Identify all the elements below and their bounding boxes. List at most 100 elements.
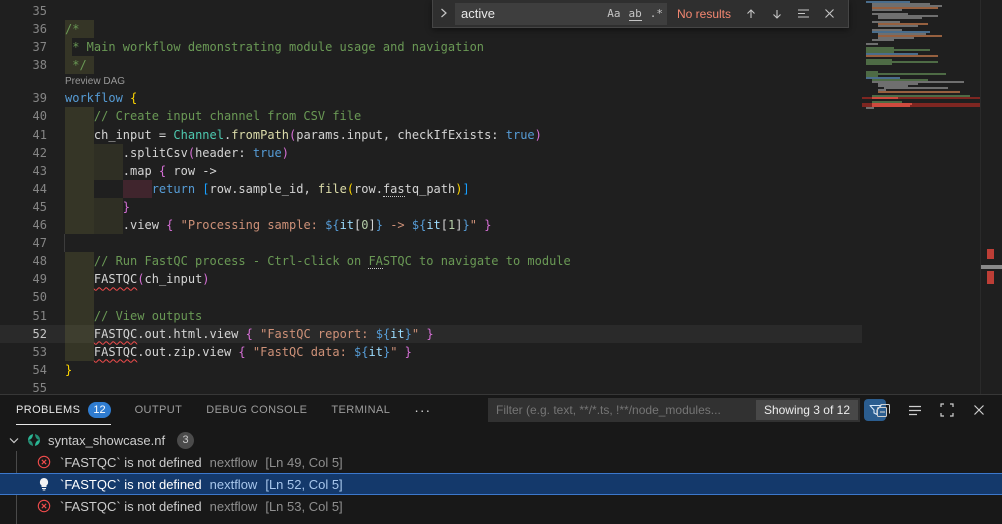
minimap-line — [866, 107, 874, 109]
minimap-error-text — [872, 97, 898, 99]
collapse-all-icon[interactable] — [872, 399, 894, 421]
filter-box: Showing 3 of 12 — [488, 398, 860, 422]
maximize-panel-icon[interactable] — [936, 399, 958, 421]
code-line-51[interactable]: 51 // View outputs — [0, 307, 862, 325]
minimap-line — [878, 17, 922, 19]
find-next-icon[interactable] — [771, 8, 783, 20]
code-line-49[interactable]: 49 FASTQC(ch_input) — [0, 270, 862, 288]
overview-ruler[interactable] — [980, 0, 1002, 394]
error-icon — [36, 455, 52, 469]
line-content: // Run FastQC process - Ctrl-click on FA… — [65, 252, 571, 270]
code-line-53[interactable]: 53 FASTQC.out.zip.view { "FastQC data: $… — [0, 343, 862, 361]
problem-row-2[interactable]: `FASTQC` is not definednextflow[Ln 52, C… — [0, 473, 1002, 495]
find-in-selection-icon[interactable] — [797, 8, 810, 19]
line-number: 55 — [0, 379, 47, 394]
line-number: 47 — [0, 234, 47, 252]
minimap[interactable] — [862, 0, 980, 394]
line-content: */ — [65, 56, 87, 74]
find-input[interactable] — [455, 6, 603, 21]
minimap-line — [866, 43, 878, 45]
code-line-40[interactable]: 40 // Create input channel from CSV file — [0, 107, 862, 125]
code-line-45[interactable]: 45 } — [0, 198, 862, 216]
code-line-46[interactable]: 46 .view { "Processing sample: ${it[0]} … — [0, 216, 862, 234]
line-number: 38 — [0, 56, 47, 74]
line-number: 50 — [0, 288, 47, 306]
ruler-error-mark — [987, 271, 994, 284]
error-icon — [36, 499, 52, 513]
line-number: 48 — [0, 252, 47, 270]
minimap-line — [872, 39, 894, 41]
problems-filter-area: Showing 3 of 12 — [488, 398, 886, 422]
view-as-table-icon[interactable] — [904, 399, 926, 421]
panel-tab-terminal[interactable]: TERMINAL — [331, 396, 390, 425]
whole-word-icon[interactable]: ab — [629, 7, 642, 20]
ruler-error-mark — [987, 249, 994, 259]
problem-message: `FASTQC` is not defined — [60, 499, 202, 514]
problem-location: [Ln 52, Col 5] — [265, 477, 342, 492]
minimap-error-text — [872, 105, 910, 107]
code-line-55[interactable]: 55 — [0, 379, 862, 394]
code-line-54[interactable]: 54} — [0, 361, 862, 379]
code-line-47[interactable]: 47 — [0, 234, 862, 252]
code-line-52[interactable]: 52 FASTQC.out.html.view { "FastQC report… — [0, 325, 862, 343]
code-line-50[interactable]: 50 — [0, 288, 862, 306]
line-content: // View outputs — [65, 307, 202, 325]
code-line-42[interactable]: 42 .splitCsv(header: true) — [0, 144, 862, 162]
line-content: // Create input channel from CSV file — [65, 107, 361, 125]
panel-tab-output[interactable]: OUTPUT — [135, 396, 183, 425]
code-line-38[interactable]: 38 */ — [0, 56, 862, 74]
code-line-44[interactable]: 44 return [row.sample_id, file(row.fastq… — [0, 180, 862, 198]
indent-guide — [64, 234, 65, 252]
file-problem-count: 3 — [177, 432, 194, 449]
panel-tab-debug-console[interactable]: DEBUG CONSOLE — [206, 396, 307, 425]
problem-row-3[interactable]: `FASTQC` is not definednextflow[Ln 53, C… — [0, 495, 1002, 517]
line-number: 43 — [0, 162, 47, 180]
editor-pane[interactable]: 3536/*37 * Main workflow demonstrating m… — [0, 0, 1002, 394]
line-number: 49 — [0, 270, 47, 288]
line-number: 53 — [0, 343, 47, 361]
line-number: 36 — [0, 20, 47, 38]
problem-message: `FASTQC` is not defined — [60, 455, 202, 470]
line-number: 41 — [0, 126, 47, 144]
line-number: 37 — [0, 38, 47, 56]
line-content: /* — [65, 20, 79, 38]
codelens-preview-dag[interactable]: Preview DAG — [0, 74, 862, 89]
close-find-icon[interactable] — [824, 8, 835, 19]
line-number: 44 — [0, 180, 47, 198]
minimap-line — [866, 55, 938, 57]
line-content: ch_input = Channel.fromPath(params.input… — [65, 126, 542, 144]
code-line-39[interactable]: 39workflow { — [0, 89, 862, 107]
problem-location: [Ln 49, Col 5] — [265, 455, 342, 470]
indent-tint — [65, 288, 94, 306]
chevron-down-icon[interactable] — [6, 437, 22, 444]
line-content: } — [65, 198, 130, 216]
code-line-37[interactable]: 37 * Main workflow demonstrating module … — [0, 38, 862, 56]
find-previous-icon[interactable] — [745, 8, 757, 20]
code-area[interactable]: 3536/*37 * Main workflow demonstrating m… — [0, 2, 862, 394]
code-line-43[interactable]: 43 .map { row -> — [0, 162, 862, 180]
line-number: 35 — [0, 2, 47, 20]
problems-filter-input[interactable] — [488, 403, 754, 417]
line-content: .map { row -> — [65, 162, 217, 180]
line-number: 45 — [0, 198, 47, 216]
minimap-line — [884, 87, 948, 89]
toggle-replace-icon[interactable] — [433, 7, 455, 21]
close-panel-icon[interactable] — [968, 399, 990, 421]
lightbulb-icon — [36, 477, 52, 491]
find-results-label: No results — [677, 7, 731, 21]
line-content: * Main workflow demonstrating module usa… — [65, 38, 484, 56]
line-number: 42 — [0, 144, 47, 162]
more-actions-icon[interactable]: ··· — [414, 396, 431, 425]
line-content: return [row.sample_id, file(row.fastq_pa… — [65, 180, 470, 198]
code-line-41[interactable]: 41 ch_input = Channel.fromPath(params.in… — [0, 126, 862, 144]
line-content: FASTQC.out.zip.view { "FastQC data: ${it… — [65, 343, 412, 361]
code-line-48[interactable]: 48 // Run FastQC process - Ctrl-click on… — [0, 252, 862, 270]
problems-file-header[interactable]: syntax_showcase.nf3 — [0, 429, 1002, 451]
line-content: FASTQC.out.html.view { "FastQC report: $… — [65, 325, 434, 343]
match-case-icon[interactable]: Aa — [607, 7, 620, 20]
vscode-window: 3536/*37 * Main workflow demonstrating m… — [0, 0, 1002, 524]
regex-icon[interactable]: .* — [650, 7, 663, 20]
line-content: workflow { — [65, 89, 137, 107]
problem-row-1[interactable]: `FASTQC` is not definednextflow[Ln 49, C… — [0, 451, 1002, 473]
panel-tab-problems[interactable]: PROBLEMS12 — [16, 396, 111, 425]
